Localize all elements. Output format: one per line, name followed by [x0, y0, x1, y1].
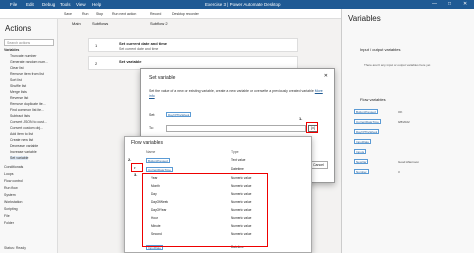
- run-next-action-button[interactable]: Run next action: [112, 12, 136, 16]
- variable-type: Datetime: [231, 167, 244, 171]
- action-item[interactable]: Increase variable: [10, 150, 37, 154]
- close-window-button[interactable]: ✕: [463, 1, 467, 7]
- menu-file[interactable]: File: [10, 2, 17, 7]
- action-group[interactable]: Run flow: [4, 186, 18, 190]
- action-item[interactable]: Convert custom obj...: [10, 126, 43, 130]
- variable-value: Good Afternoon: [398, 160, 420, 164]
- step-title: Set current date and time: [119, 41, 168, 46]
- save-button[interactable]: Save: [64, 12, 72, 16]
- dialog-description: Set the value of a new or existing varia…: [149, 89, 324, 98]
- tab-subflow-2[interactable]: Subflow 2: [150, 21, 168, 26]
- set-variable-pill[interactable]: DayOfTheWeek: [166, 112, 192, 117]
- column-type-header: Type: [231, 150, 239, 154]
- run-button[interactable]: Run: [82, 12, 88, 16]
- actions-title: Actions: [5, 24, 32, 33]
- io-variables-title: Input / output variables: [360, 47, 401, 52]
- variable-pill[interactable]: ButtonPressed: [354, 109, 378, 114]
- column-name-header: Name: [146, 150, 156, 154]
- variable-value: OK: [398, 110, 403, 114]
- action-item[interactable]: Generate random num...: [10, 60, 48, 64]
- variable-name: ButtonPressed: [146, 158, 170, 163]
- action-item[interactable]: Find common list ite...: [10, 108, 44, 112]
- variables-title: Variables: [348, 14, 381, 23]
- desktop-recorder-button[interactable]: Desktop recorder: [172, 12, 199, 16]
- io-empty-text: There aren't any input or output variabl…: [364, 63, 431, 67]
- variable-pill[interactable]: Number: [354, 169, 369, 174]
- action-item[interactable]: Subtract lists: [10, 114, 30, 118]
- variable-pill[interactable]: NewVar: [354, 159, 369, 164]
- action-group-variables[interactable]: Variables: [4, 48, 19, 52]
- action-group[interactable]: Flow control: [4, 179, 23, 183]
- action-group[interactable]: System: [4, 193, 16, 197]
- step-marker-3: 3.: [134, 172, 138, 177]
- title-bar: File Edit Debug Tools View Help Exercise…: [0, 0, 474, 9]
- action-group[interactable]: Conditionals: [4, 165, 23, 169]
- variable-value: 3: [398, 170, 400, 174]
- action-item[interactable]: Remove item from list: [10, 72, 44, 76]
- step-marker-1: 1.: [299, 116, 303, 121]
- action-item[interactable]: Create new list: [10, 138, 33, 142]
- status-bar: Status: Ready: [4, 246, 26, 250]
- action-item-set-variable[interactable]: Set variable: [10, 156, 29, 160]
- to-label: To:: [149, 126, 154, 130]
- maximize-button[interactable]: □: [448, 1, 451, 7]
- step-subtitle: Set current date and time: [119, 47, 159, 51]
- step-number: 2: [95, 61, 98, 66]
- tab-subflows[interactable]: Subflows: [92, 21, 108, 26]
- step-number: 1: [95, 43, 98, 48]
- menu-help[interactable]: Help: [92, 2, 101, 7]
- variable-pill[interactable]: DayOfTheWeek: [354, 129, 380, 134]
- action-item[interactable]: Add item to list: [10, 132, 33, 136]
- menu-view[interactable]: View: [76, 2, 86, 7]
- action-group[interactable]: Scripting: [4, 207, 18, 211]
- popup-title: Flow variables: [131, 140, 163, 146]
- action-item[interactable]: Shuffle list: [10, 84, 26, 88]
- action-item[interactable]: Truncate number: [10, 54, 37, 58]
- menu-debug[interactable]: Debug: [42, 2, 55, 7]
- window-title: Exercise 3 | Power Automate Desktop: [205, 2, 281, 7]
- step-marker-2: 2.: [128, 157, 132, 162]
- step-title: Set variable: [119, 59, 142, 64]
- variable-type: Text value: [231, 158, 246, 162]
- dialog-close-icon[interactable]: ✕: [324, 73, 328, 79]
- highlight-fx-button: [306, 122, 318, 133]
- stop-button[interactable]: Stop: [96, 12, 103, 16]
- flow-variables-title: Flow variables: [360, 97, 386, 102]
- menu-edit[interactable]: Edit: [26, 2, 34, 7]
- menu-tools[interactable]: Tools: [60, 2, 71, 7]
- action-group[interactable]: Loops: [4, 172, 14, 176]
- action-group[interactable]: Folder: [4, 221, 14, 225]
- action-item[interactable]: Reverse list: [10, 96, 28, 100]
- variable-value: 9/8/2022: [398, 120, 410, 124]
- action-item[interactable]: Sort list: [10, 78, 22, 82]
- minimize-button[interactable]: —: [432, 1, 437, 7]
- variable-pill[interactable]: InputDate: [354, 139, 372, 144]
- action-item[interactable]: Clear list: [10, 66, 24, 70]
- to-value-input[interactable]: [166, 125, 306, 132]
- flow-step[interactable]: 1 Set current date and time Set current …: [88, 38, 298, 52]
- description-text: Set the value of a new or existing varia…: [149, 89, 314, 93]
- action-item[interactable]: Merge lists: [10, 90, 27, 94]
- highlight-expand: [131, 163, 143, 172]
- variable-pill[interactable]: Inputs: [354, 149, 367, 154]
- action-group[interactable]: Workstation: [4, 200, 22, 204]
- action-group[interactable]: File: [4, 214, 10, 218]
- dialog-title: Set variable: [149, 75, 176, 81]
- highlight-properties: [142, 173, 268, 247]
- action-item[interactable]: Convert JSON to cust...: [10, 120, 47, 124]
- variable-name: CurrentDateTime: [146, 167, 173, 172]
- set-label: Set:: [149, 113, 156, 117]
- variable-row[interactable]: ▾ CurrentDateTime Datetime: [125, 165, 311, 173]
- variables-panel: Variables Input / output variables There…: [341, 9, 474, 253]
- search-actions-input[interactable]: Search actions: [4, 39, 54, 46]
- variable-pill[interactable]: CurrentDateTime: [354, 119, 381, 124]
- record-button[interactable]: Record: [150, 12, 161, 16]
- tab-main[interactable]: Main: [72, 21, 81, 26]
- action-item[interactable]: Decrease variable: [10, 144, 38, 148]
- actions-panel: Actions Search actions Variables Truncat…: [0, 19, 58, 253]
- variable-row[interactable]: ButtonPressed Text value: [125, 156, 311, 164]
- action-item[interactable]: Remove duplicate ite...: [10, 102, 46, 106]
